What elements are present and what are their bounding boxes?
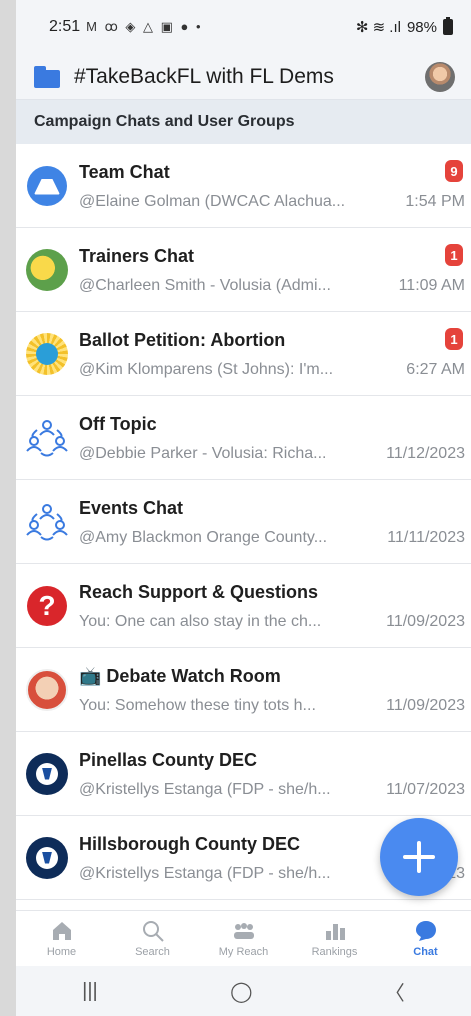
nav-label: Rankings bbox=[311, 946, 358, 958]
home-icon bbox=[52, 922, 71, 940]
signal-icons: ✻ ≋ .ıl bbox=[355, 19, 401, 36]
team-chat-icon bbox=[27, 165, 67, 206]
dec-logo-icon bbox=[26, 836, 68, 879]
back-button[interactable]: 〈 bbox=[385, 977, 405, 1006]
search-icon bbox=[142, 921, 164, 942]
chat-item-events-chat[interactable]: Events Chat @Amy Blackmon Orange County.… bbox=[16, 480, 471, 564]
chat-preview: @Kristellys Estanga (FDP - she/h... bbox=[79, 780, 331, 798]
plus-icon bbox=[403, 841, 435, 873]
unread-badge: 1 bbox=[445, 244, 463, 266]
debate-avatar-icon bbox=[26, 668, 68, 711]
chat-time: 11/09/2023 bbox=[386, 696, 465, 714]
status-time: 2:51 bbox=[49, 18, 81, 35]
chat-preview: @Kim Klomparens (St Johns): I'm... bbox=[79, 360, 334, 378]
chat-item-off-topic[interactable]: Off Topic @Debbie Parker - Volusia: Rich… bbox=[16, 396, 471, 480]
battery-icon bbox=[443, 17, 453, 35]
chat-preview: You: One can also stay in the ch... bbox=[79, 612, 322, 630]
chat-preview: @Debbie Parker - Volusia: Richa... bbox=[79, 444, 327, 462]
battery-level: 98% bbox=[406, 18, 437, 36]
phone-screen: 2:51 M ꝏ ◈ △ ▣ ● • ✻ ≋ .ıl 98% #TakeBack… bbox=[16, 0, 471, 1016]
nav-label: My Reach bbox=[218, 946, 269, 958]
bottom-nav: Home Search My Reach Rankings Chat bbox=[16, 910, 471, 966]
chat-title: Team Chat bbox=[79, 161, 170, 182]
app-title: #TakeBackFL with FL Dems bbox=[74, 64, 334, 88]
nav-rankings[interactable]: Rankings bbox=[289, 911, 380, 966]
florida-sun-icon bbox=[26, 332, 68, 375]
group-icon bbox=[26, 503, 68, 540]
system-nav-bar: ||| ◯ 〈 bbox=[16, 966, 471, 1016]
chat-time: 11:09 AM bbox=[398, 276, 465, 294]
chat-title: 📺 Debate Watch Room bbox=[79, 665, 281, 686]
new-chat-fab-button[interactable] bbox=[380, 818, 458, 896]
profile-avatar[interactable] bbox=[425, 61, 455, 92]
notification-icons: M ꝏ ◈ △ ▣ ● • bbox=[86, 19, 203, 34]
chat-item-debate-watch-room[interactable]: 📺 Debate Watch Room You: Somehow these t… bbox=[16, 648, 471, 732]
chat-item-ballot-petition[interactable]: Ballot Petition: Abortion @Kim Klomparen… bbox=[16, 312, 471, 396]
home-button[interactable]: ◯ bbox=[230, 979, 252, 1004]
unread-badge: 9 bbox=[445, 160, 463, 182]
status-bar: 2:51 M ꝏ ◈ △ ▣ ● • ✻ ≋ .ıl 98% bbox=[16, 0, 471, 54]
nav-home[interactable]: Home bbox=[16, 911, 107, 966]
chat-title: Pinellas County DEC bbox=[79, 749, 258, 770]
section-title: Campaign Chats and User Groups bbox=[16, 100, 471, 144]
nav-label: Chat bbox=[413, 946, 438, 958]
question-icon: ? bbox=[27, 585, 67, 626]
chat-time: 11/12/2023 bbox=[386, 444, 465, 462]
nav-chat[interactable]: Chat bbox=[380, 911, 471, 966]
chat-title: Trainers Chat bbox=[79, 245, 195, 266]
chat-title: Events Chat bbox=[79, 497, 184, 518]
nav-label: Search bbox=[135, 946, 170, 958]
chat-bubble-icon bbox=[415, 921, 436, 941]
nav-label: Home bbox=[46, 946, 77, 958]
chat-item-pinellas-dec[interactable]: Pinellas County DEC @Kristellys Estanga … bbox=[16, 732, 471, 816]
chat-title: Ballot Petition: Abortion bbox=[79, 329, 286, 350]
chat-time: 1:54 PM bbox=[405, 192, 465, 210]
chat-title: Off Topic bbox=[79, 413, 157, 434]
pikachu-avatar-icon bbox=[26, 248, 68, 291]
chat-item-trainers-chat[interactable]: Trainers Chat @Charleen Smith - Volusia … bbox=[16, 228, 471, 312]
chat-title: Reach Support & Questions bbox=[79, 581, 319, 602]
nav-search[interactable]: Search bbox=[107, 911, 198, 966]
chat-preview: You: Somehow these tiny tots h... bbox=[79, 696, 316, 714]
nav-my-reach[interactable]: My Reach bbox=[198, 911, 289, 966]
chat-preview: @Kristellys Estanga (FDP - she/h... bbox=[79, 864, 331, 882]
unread-badge: 1 bbox=[445, 328, 463, 350]
chat-time: 11/11/2023 bbox=[387, 528, 465, 546]
group-icon bbox=[26, 419, 68, 456]
dec-logo-icon bbox=[26, 752, 68, 795]
rankings-icon bbox=[325, 924, 345, 940]
chat-time: 11/07/2023 bbox=[386, 780, 465, 798]
chat-time: 6:27 AM bbox=[406, 360, 465, 378]
chat-preview: @Charleen Smith - Volusia (Admi... bbox=[79, 276, 331, 294]
chat-time: 11/09/2023 bbox=[386, 612, 465, 630]
folder-icon[interactable] bbox=[34, 65, 60, 88]
people-icon bbox=[233, 923, 254, 939]
chat-item-reach-support[interactable]: ? Reach Support & Questions You: One can… bbox=[16, 564, 471, 648]
chat-preview: @Elaine Golman (DWCAC Alachua... bbox=[79, 192, 346, 210]
chat-list: Team Chat @Elaine Golman (DWCAC Alachua.… bbox=[16, 144, 471, 900]
recents-button[interactable]: ||| bbox=[82, 980, 98, 1003]
chat-preview: @Amy Blackmon Orange County... bbox=[79, 528, 328, 546]
chat-item-team-chat[interactable]: Team Chat @Elaine Golman (DWCAC Alachua.… bbox=[16, 144, 471, 228]
app-header: #TakeBackFL with FL Dems bbox=[16, 54, 471, 100]
